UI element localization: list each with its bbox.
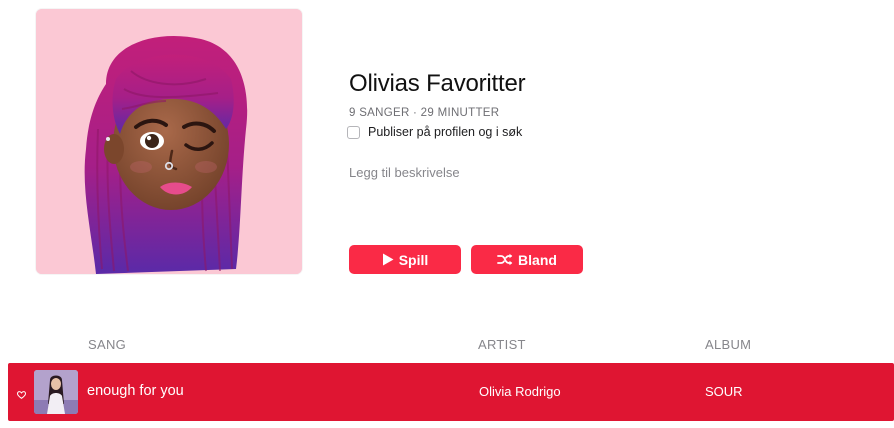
playlist-meta: 9 SANGER · 29 MINUTTER <box>349 107 500 119</box>
play-button[interactable]: Spill <box>349 245 461 274</box>
shuffle-icon <box>497 253 513 266</box>
playlist-title[interactable]: Olivias Favoritter <box>349 70 526 98</box>
track-row[interactable]: enough for you Olivia Rodrigo SOUR <box>8 363 894 421</box>
publish-checkbox[interactable] <box>347 125 360 139</box>
heart-icon[interactable] <box>16 386 27 404</box>
play-button-label: Spill <box>398 251 429 268</box>
column-header-album[interactable]: ALBUM <box>705 337 751 352</box>
publish-label: Publiser på profilen og i søk <box>368 125 523 139</box>
track-artwork <box>34 370 78 414</box>
column-header-song[interactable]: SANG <box>88 337 126 352</box>
publish-toggle[interactable]: Publiser på profilen og i søk <box>347 125 522 139</box>
description-field[interactable]: Legg til beskrivelse <box>349 165 460 180</box>
shuffle-button[interactable]: Bland <box>471 245 583 274</box>
track-artist[interactable]: Olivia Rodrigo <box>479 384 561 399</box>
play-icon <box>382 253 394 266</box>
track-album[interactable]: SOUR <box>705 384 743 399</box>
memoji-avatar-icon <box>36 9 302 274</box>
track-title: enough for you <box>87 383 184 399</box>
shuffle-button-label: Bland <box>518 251 557 268</box>
playlist-artwork[interactable] <box>36 9 302 274</box>
column-header-artist[interactable]: ARTIST <box>478 337 526 352</box>
